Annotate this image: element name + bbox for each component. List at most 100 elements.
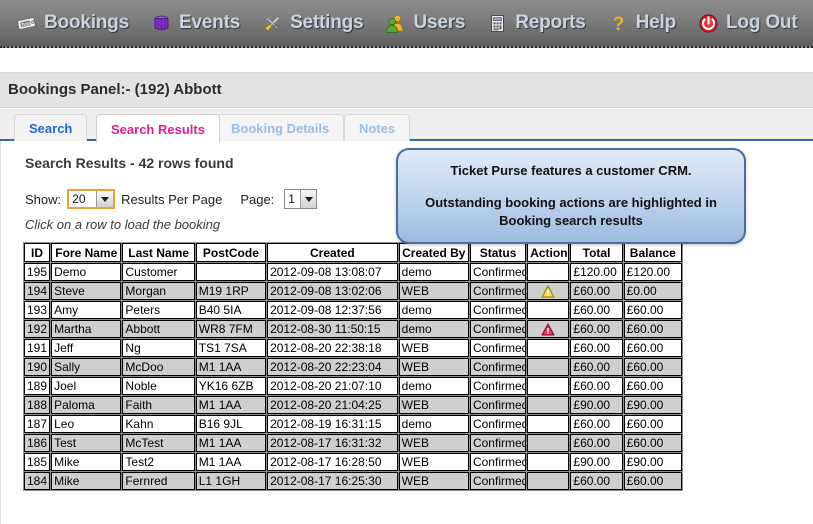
table-row[interactable]: 190 Sally McDoo M1 1AA 2012-08-20 22:23:04 WE… xyxy=(24,358,682,376)
cell-balance: £60.00 xyxy=(623,301,682,319)
cell-total: £90.00 xyxy=(570,396,623,414)
table-row[interactable]: 194 Steve Morgan M19 1RP 2012-09-08 13:02:06… xyxy=(24,282,682,300)
cell-status: Confirmed xyxy=(469,263,527,281)
cell-total: £120.00 xyxy=(570,263,623,281)
cell-postcode: TS1 7SA xyxy=(195,339,267,357)
cell-last-name: Kahn xyxy=(122,415,195,433)
tab-search[interactable]: Search xyxy=(14,114,88,141)
nav-item-events[interactable]: Events xyxy=(151,1,240,45)
warning-triangle-red-icon[interactable] xyxy=(541,323,555,336)
cell-total: £60.00 xyxy=(570,415,623,433)
nav-item-settings[interactable]: Settings xyxy=(262,1,364,45)
cell-fore-name: Demo xyxy=(51,263,122,281)
table-row[interactable]: 186 Test McTest M1 1AA 2012-08-17 16:31:32 WE… xyxy=(24,434,682,452)
cell-id: 194 xyxy=(24,282,51,300)
cell-created-by: WEB xyxy=(398,434,469,452)
cell-id: 192 xyxy=(24,320,51,338)
cell-balance: £120.00 xyxy=(623,263,682,281)
results-per-page-label: Results Per Page xyxy=(121,191,223,207)
cell-id: 191 xyxy=(24,339,51,357)
cell-id: 185 xyxy=(24,453,51,471)
cell-last-name: Ng xyxy=(122,339,195,357)
cell-action xyxy=(527,301,570,319)
cell-status: Confirmed xyxy=(469,396,527,414)
callout-line-1: Ticket Purse features a customer CRM. xyxy=(450,162,692,178)
cell-balance: £90.00 xyxy=(623,453,682,471)
table-row[interactable]: 185 Mike Test2 M1 1AA 2012-08-17 16:28:50 WEB… xyxy=(24,453,682,471)
cell-created: 2012-08-20 21:07:10 xyxy=(267,377,398,395)
table-row[interactable]: 195 Demo Customer 2012-09-08 13:08:07 demo Co… xyxy=(24,263,682,281)
callout-line-2: Outstanding booking actions are highligh… xyxy=(425,194,717,228)
cell-status: Confirmed xyxy=(469,358,527,376)
tab-booking-details[interactable]: Booking Details xyxy=(216,114,345,141)
nav-item-log-out[interactable]: Log Out xyxy=(698,1,798,45)
panel-header: Bookings Panel:- (192) Abbott xyxy=(0,73,813,108)
nav-item-users[interactable]: Users xyxy=(385,1,465,45)
nav-label-reports: Reports xyxy=(515,12,586,33)
table-header-row: ID Fore Name Last Name PostCode Created Creat… xyxy=(24,243,682,262)
table-row[interactable]: 191 Jeff Ng TS1 7SA 2012-08-20 22:38:18 WEB Co… xyxy=(24,339,682,357)
cell-fore-name: Sally xyxy=(51,358,122,376)
nav-label-users: Users xyxy=(413,12,466,33)
column-header-id: ID xyxy=(24,243,51,262)
table-row[interactable]: 189 Joel Noble YK16 6ZB 2012-08-20 21:07:10 d… xyxy=(24,377,682,395)
cell-action xyxy=(527,263,570,281)
table-body: 195 Demo Customer 2012-09-08 13:08:07 demo Co… xyxy=(24,263,682,490)
cell-status: Confirmed xyxy=(469,377,527,395)
settings-tools-icon xyxy=(262,13,283,34)
cell-status: Confirmed xyxy=(469,434,527,452)
cell-postcode xyxy=(195,263,267,281)
cell-total: £60.00 xyxy=(570,301,623,319)
top-navigation-bar: Ticket Bookings Events Settings Users Re… xyxy=(0,0,813,48)
cell-created: 2012-08-17 16:31:32 xyxy=(267,434,398,452)
nav-item-reports[interactable]: Reports xyxy=(487,1,586,45)
cell-postcode: M1 1AA xyxy=(195,453,267,471)
page-title: Bookings Panel:- (192) Abbott xyxy=(8,81,222,98)
cell-action xyxy=(527,453,570,471)
results-per-page-select[interactable]: 20 xyxy=(67,189,116,209)
page-content: Bookings Panel:- (192) Abbott Search Sea… xyxy=(0,48,813,524)
cell-fore-name: Test xyxy=(51,434,122,452)
column-header-last-name: Last Name xyxy=(122,243,195,262)
cell-last-name: Fernred xyxy=(122,472,195,490)
cell-last-name: Customer xyxy=(122,263,195,281)
cell-created: 2012-08-20 22:38:18 xyxy=(267,339,398,357)
page-select[interactable]: 1 xyxy=(284,189,318,209)
feature-callout-tooltip: Ticket Purse features a customer CRM. Ou… xyxy=(396,148,746,244)
cell-status: Confirmed xyxy=(469,282,527,300)
cell-action xyxy=(527,434,570,452)
tab-notes[interactable]: Notes xyxy=(344,114,411,141)
table-row[interactable]: 188 Paloma Faith M1 1AA 2012-08-20 21:04:25 W… xyxy=(24,396,682,414)
nav-label-log-out: Log Out xyxy=(726,12,798,33)
cell-postcode: B40 5IA xyxy=(195,301,267,319)
cell-last-name: McDoo xyxy=(122,358,195,376)
cell-last-name: Morgan xyxy=(122,282,195,300)
results-controls: Show: 20 Results Per Page Page: 1 xyxy=(25,187,318,211)
cell-id: 190 xyxy=(24,358,51,376)
nav-item-bookings[interactable]: Ticket Bookings xyxy=(16,1,129,45)
cell-id: 186 xyxy=(24,434,51,452)
row-click-hint: Click on a row to load the booking xyxy=(25,217,221,232)
cell-action xyxy=(527,377,570,395)
results-per-page-value: 20 xyxy=(69,191,97,207)
cell-balance: £60.00 xyxy=(623,472,682,490)
cell-created: 2012-09-08 12:37:56 xyxy=(267,301,398,319)
nav-item-help[interactable]: ? Help xyxy=(608,1,676,45)
cell-created: 2012-08-17 16:28:50 xyxy=(267,453,398,471)
page-value: 1 xyxy=(285,190,301,208)
cell-fore-name: Mike xyxy=(51,453,122,471)
chevron-down-icon xyxy=(300,190,317,208)
table-row[interactable]: 193 Amy Peters B40 5IA 2012-09-08 12:37:56 de… xyxy=(24,301,682,319)
cell-created-by: WEB xyxy=(398,472,469,490)
tab-search-results[interactable]: Search Results xyxy=(96,114,220,143)
table-row[interactable]: 184 Mike Fernred L1 1GH 2012-08-17 16:25:30 W… xyxy=(24,472,682,490)
cell-last-name: Abbott xyxy=(122,320,195,338)
cell-created-by: demo xyxy=(398,377,469,395)
ticket-icon: Ticket xyxy=(16,13,37,34)
table-row[interactable]: 187 Leo Kahn B16 9JL 2012-08-19 16:31:15 demo… xyxy=(24,415,682,433)
table-row[interactable]: 192 Martha Abbott WR8 7FM 2012-08-30 11:50:1… xyxy=(24,320,682,338)
warning-triangle-amber-icon[interactable] xyxy=(541,285,555,298)
cell-fore-name: Jeff xyxy=(51,339,122,357)
cell-created-by: WEB xyxy=(398,339,469,357)
cell-action xyxy=(527,339,570,357)
